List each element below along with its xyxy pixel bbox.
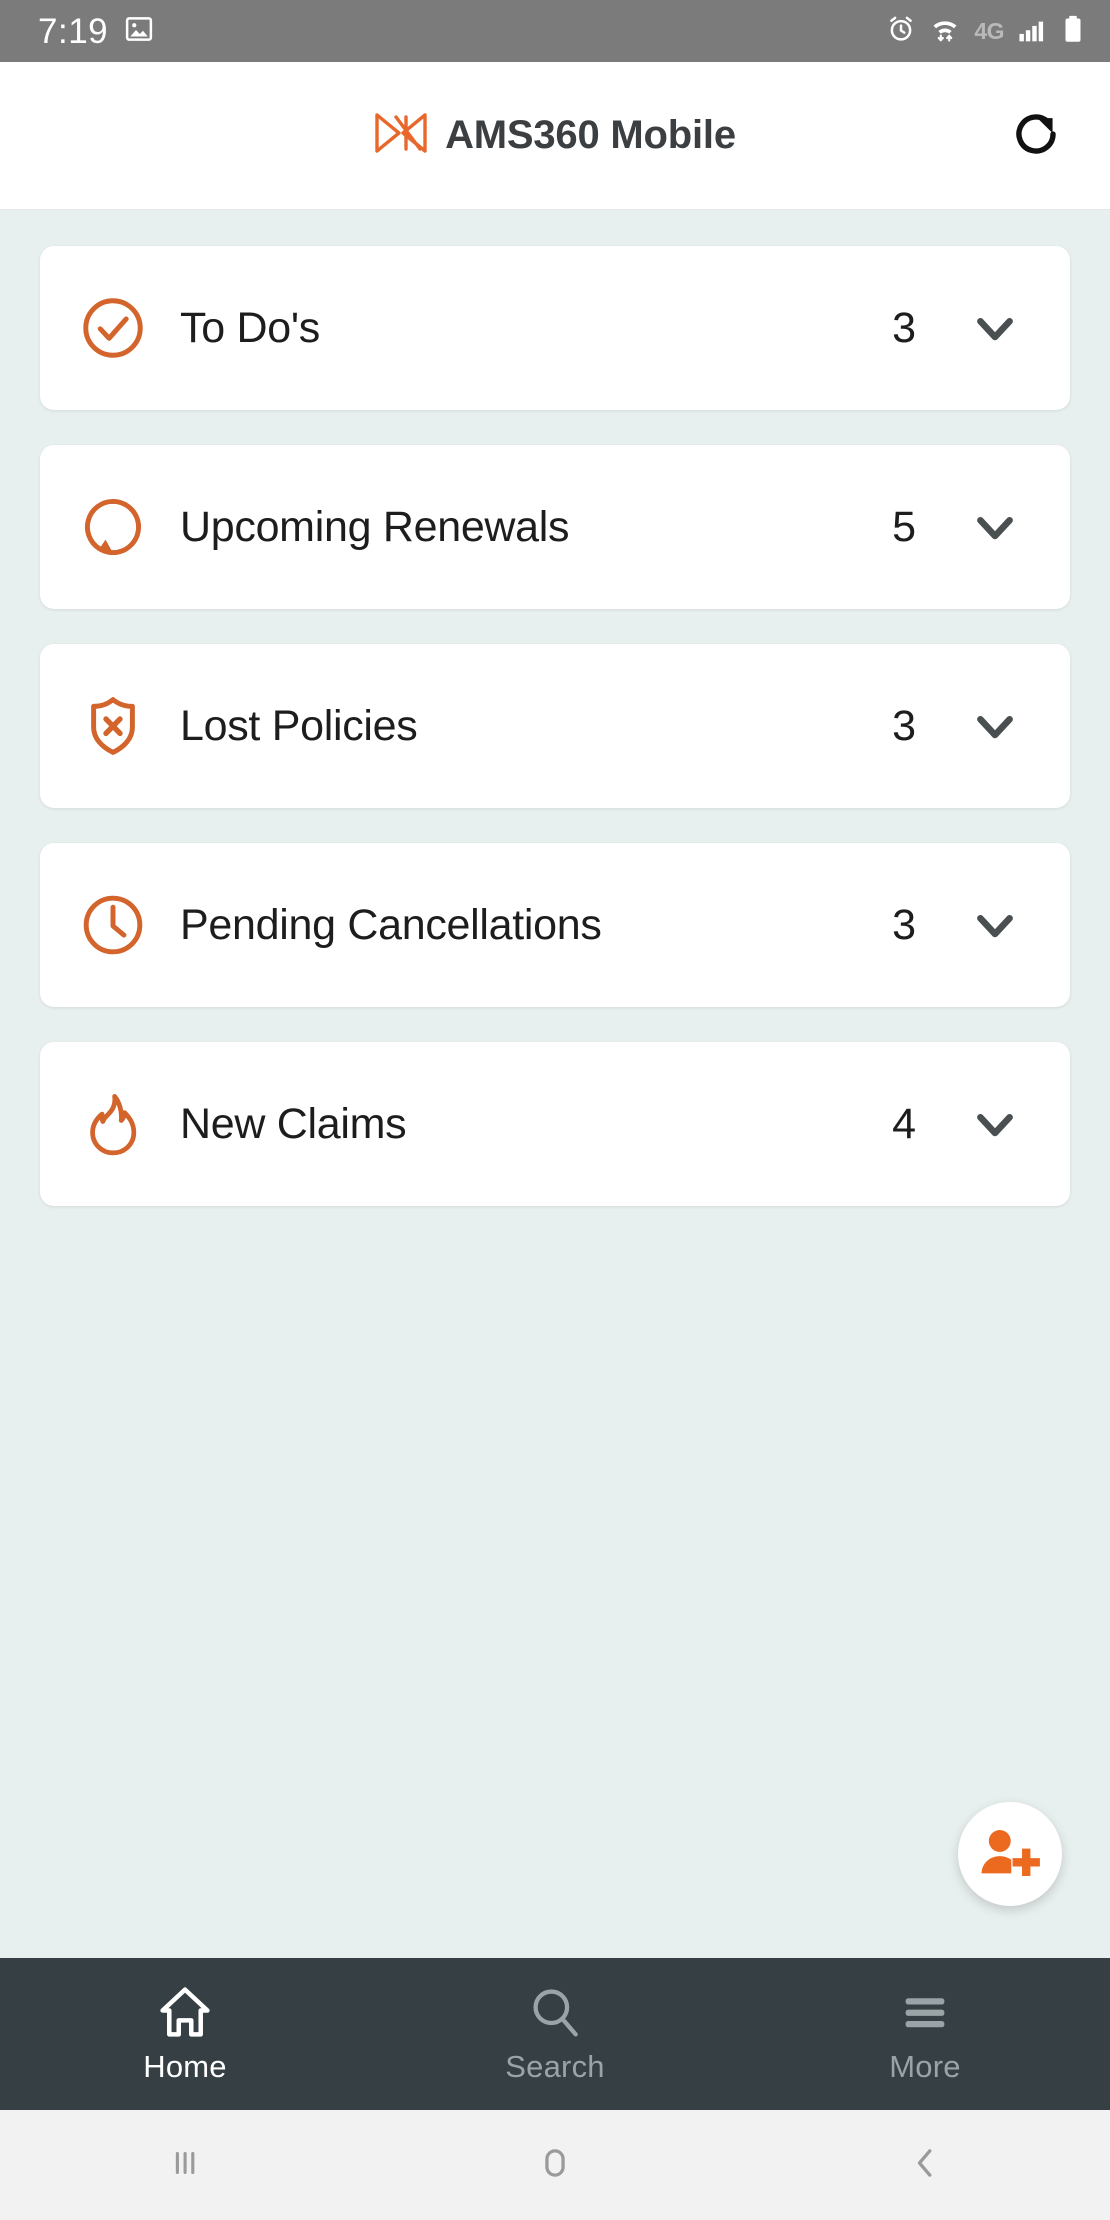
nav-item-search[interactable]: Search [370,1958,740,2110]
nav-item-home[interactable]: Home [0,1958,370,2110]
home-icon [157,1981,213,2043]
status-bar-right: 4G [886,14,1084,49]
card-label: Lost Policies [180,701,418,750]
battery-icon [1062,14,1084,49]
card-label: To Do's [180,303,320,352]
phone-screen: 7:19 4G AMS360 Mobile To Do's 3 Upcoming… [0,0,1110,2220]
add-contact-fab[interactable] [958,1802,1062,1906]
card-count: 3 [892,303,916,352]
card-count: 5 [892,502,916,551]
refresh-icon [1008,106,1064,165]
app-title: AMS360 Mobile [445,113,736,157]
shield-x-icon [76,689,150,763]
chevron-down-icon[interactable] [966,299,1024,357]
card-label: Pending Cancellations [180,900,602,949]
nav-label: Home [143,2048,227,2084]
bottom-navigation: Home Search More [0,1958,1110,2110]
system-recents-button[interactable] [0,2141,370,2190]
brand: AMS360 Mobile [374,111,736,160]
flame-icon [76,1087,150,1161]
alarm-icon [886,14,916,49]
card-count: 3 [892,900,916,949]
status-bar: 7:19 4G [0,0,1110,62]
status-bar-left: 7:19 [38,14,154,49]
ams360-logo-icon [374,111,428,160]
chevron-down-icon[interactable] [966,1095,1024,1153]
system-home-button[interactable] [370,2141,740,2190]
chevron-down-icon[interactable] [966,498,1024,556]
card-to-dos[interactable]: To Do's 3 [40,246,1070,410]
clock-icon [76,888,150,962]
system-back-button[interactable] [740,2141,1110,2190]
card-new-claims[interactable]: New Claims 4 [40,1042,1070,1206]
system-navigation-bar [0,2110,1110,2220]
chevron-down-icon[interactable] [966,697,1024,755]
home-square-icon [533,2141,577,2190]
image-icon [124,14,154,49]
dashboard-card-list: To Do's 3 Upcoming Renewals 5 Lost Polic… [40,246,1070,1206]
refresh-cycle-icon [76,490,150,564]
card-upcoming-renewals[interactable]: Upcoming Renewals 5 [40,445,1070,609]
status-clock: 7:19 [38,11,109,51]
wifi-icon [929,14,961,49]
nav-label: Search [505,2048,605,2084]
card-count: 4 [892,1099,916,1148]
app-header: AMS360 Mobile [0,62,1110,210]
refresh-button[interactable] [1004,104,1068,168]
card-lost-policies[interactable]: Lost Policies 3 [40,644,1070,808]
chevron-down-icon[interactable] [966,896,1024,954]
person-plus-icon [979,1826,1041,1883]
card-pending-cancellations[interactable]: Pending Cancellations 3 [40,843,1070,1007]
card-count: 3 [892,701,916,750]
check-circle-icon [76,291,150,365]
network-type-label: 4G [974,17,1004,44]
nav-label: More [889,2048,961,2084]
search-icon [527,1981,583,2043]
recents-icon [163,2141,207,2190]
card-label: Upcoming Renewals [180,502,570,551]
dashboard-content: To Do's 3 Upcoming Renewals 5 Lost Polic… [0,210,1110,1958]
signal-icon [1017,14,1049,49]
card-label: New Claims [180,1099,407,1148]
hamburger-icon [897,1981,953,2043]
nav-item-more[interactable]: More [740,1958,1110,2110]
back-chevron-icon [903,2141,947,2190]
